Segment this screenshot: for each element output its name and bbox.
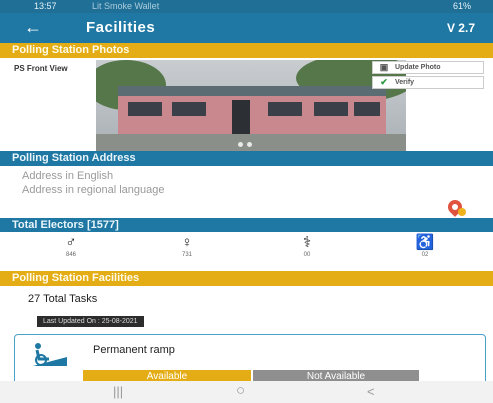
address-header: Polling Station Address (0, 151, 493, 166)
ramp-icon (33, 343, 67, 366)
photos-header: Polling Station Photos (0, 43, 493, 58)
address-regional-field[interactable]: Address in regional language (22, 184, 165, 196)
facility-label: Permanent ramp (93, 344, 175, 356)
update-photo-button[interactable]: ▣ Update Photo (372, 61, 484, 74)
elector-female-count: 731 (181, 252, 192, 258)
home-button[interactable]: ○ (236, 382, 245, 399)
photo-label: PS Front View (14, 64, 68, 73)
image-icon: ▣ (379, 62, 389, 72)
nav-back-button[interactable]: < (367, 384, 375, 399)
window (128, 102, 162, 116)
window (172, 102, 206, 116)
status-battery: 61% (452, 1, 471, 11)
elector-elderly: ⚕ 00 (282, 234, 332, 258)
recent-apps-button[interactable]: ||| (113, 384, 123, 399)
status-bar: 13:57 Lit Smoke Wallet 61% (0, 0, 493, 13)
check-icon: ✔ (380, 77, 388, 87)
photo-area: PS Front View ▣ Update Photo ✔ Verify (0, 58, 493, 151)
verify-label: Verify (395, 79, 415, 86)
electors-header: Total Electors [1577] (0, 218, 493, 232)
carousel-dots (238, 142, 252, 147)
male-icon: ♂ (65, 234, 77, 251)
update-photo-label: Update Photo (395, 64, 441, 71)
building-roof (118, 86, 386, 96)
elector-male: ♂ 846 (46, 234, 96, 258)
status-carrier: Lit Smoke Wallet (92, 1, 160, 11)
building-wall (118, 96, 386, 134)
last-updated-badge: Last Updated On : 25-08-2021 (37, 316, 144, 327)
female-icon: ♀ (181, 234, 193, 251)
wheelchair-icon: ♿ (415, 234, 435, 251)
elector-pwd-count: 02 (421, 252, 429, 258)
total-tasks: 27 Total Tasks (28, 293, 98, 305)
address-english-field[interactable]: Address in English (22, 170, 113, 182)
window (354, 102, 380, 116)
app-bar: ← Facilities V 2.7 (0, 13, 493, 43)
page-title: Facilities (86, 19, 156, 36)
window (314, 102, 348, 116)
window (268, 102, 302, 116)
verify-button[interactable]: ✔ Verify (372, 76, 484, 89)
version-label: V 2.7 (446, 21, 475, 35)
door (232, 100, 250, 134)
elector-stats: ♂ 846 ♀ 731 ⚕ 00 ♿ 02 (0, 234, 493, 268)
status-time: 13:57 (34, 1, 57, 11)
elderly-icon: ⚕ (302, 234, 312, 251)
location-badge-icon (458, 208, 466, 216)
elector-elderly-count: 00 (303, 252, 311, 258)
elector-male-count: 846 (65, 252, 76, 258)
system-nav-bar: ||| ○ < (0, 381, 493, 403)
polling-station-photo[interactable] (96, 60, 406, 151)
elector-pwd: ♿ 02 (400, 234, 450, 258)
back-arrow-icon[interactable]: ← (24, 17, 42, 38)
elector-female: ♀ 731 (162, 234, 212, 258)
facilities-header: Polling Station Facilities (0, 271, 493, 286)
